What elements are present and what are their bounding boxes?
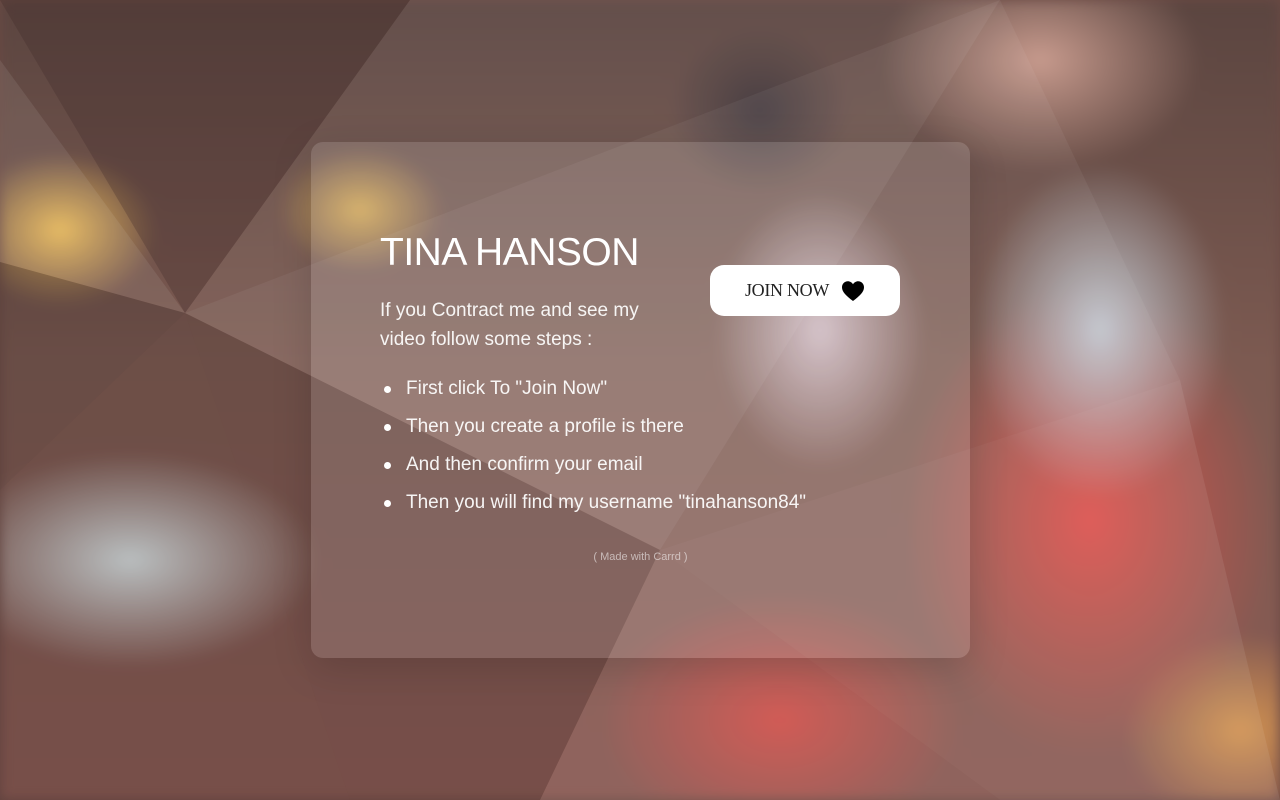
step-text: First click To "Join Now" — [406, 378, 608, 399]
steps-list: First click To "Join Now" Then you creat… — [380, 370, 920, 522]
intro-text: If you Contract me and see my video foll… — [380, 300, 639, 350]
bullet-icon — [384, 462, 391, 469]
step-text: Then you create a profile is there — [406, 416, 684, 437]
bullet-icon — [384, 386, 391, 393]
step-text: Then you will find my username "tinahans… — [406, 492, 807, 513]
list-item: And then confirm your email — [380, 446, 920, 484]
list-item: Then you create a profile is there — [380, 408, 920, 446]
step-text: And then confirm your email — [406, 454, 643, 475]
bullet-icon — [384, 500, 391, 507]
made-with-carrd-link[interactable]: ( Made with Carrd ) — [311, 551, 970, 563]
join-now-button[interactable]: JOIN NOW — [710, 265, 900, 316]
heart-icon — [842, 280, 865, 301]
bullet-icon — [384, 424, 391, 431]
list-item: First click To "Join Now" — [380, 370, 920, 408]
list-item: Then you will find my username "tinahans… — [380, 484, 920, 522]
join-now-label: JOIN NOW — [744, 280, 830, 300]
content-card: TINA HANSON If you Contract me and see m… — [311, 142, 970, 658]
